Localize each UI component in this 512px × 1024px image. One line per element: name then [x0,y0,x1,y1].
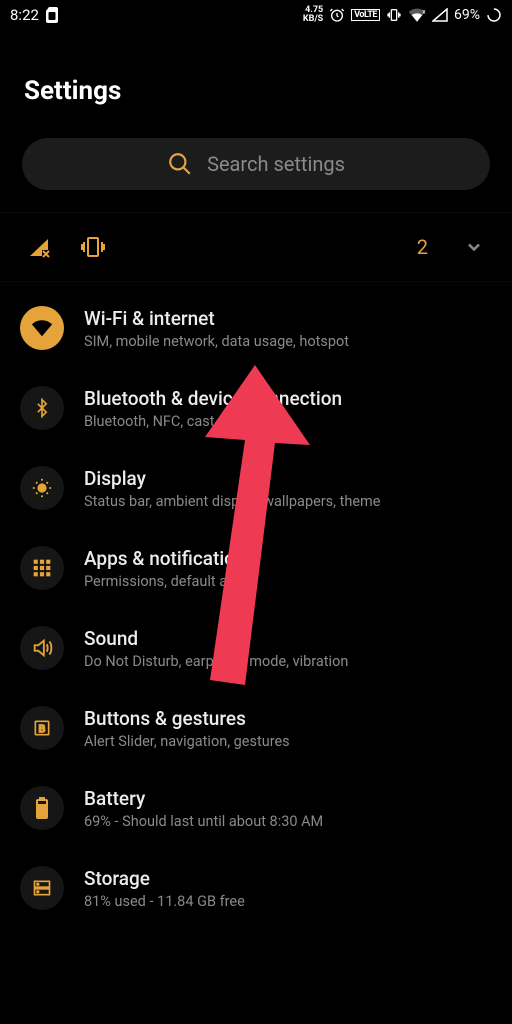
item-subtitle: SIM, mobile network, data usage, hotspot [84,333,349,350]
brightness-icon [20,466,64,510]
chevron-down-icon[interactable] [464,237,484,257]
wifi-icon: x [408,8,426,22]
battery-percent: 69% [454,7,480,23]
data-speed: 4.75 KB/S [303,6,323,24]
item-title: Buttons & gestures [84,707,290,730]
item-title: Bluetooth & device connection [84,387,342,410]
search-icon [167,151,193,177]
item-subtitle: Bluetooth, NFC, cast [84,413,342,430]
item-sound[interactable]: Sound Do Not Disturb, earphone mode, vib… [0,608,512,688]
item-subtitle: Do Not Disturb, earphone mode, vibration [84,653,348,670]
item-subtitle: Permissions, default apps [84,573,255,590]
search-input[interactable]: Search settings [22,138,490,190]
sim-card-icon [45,7,59,23]
data-off-icon[interactable] [28,236,52,258]
item-title: Storage [84,867,245,890]
status-bar: 8:22 4.75 KB/S VoLTE x 69% [0,0,512,28]
item-subtitle: Status bar, ambient display, wallpapers,… [84,493,380,510]
bluetooth-icon [20,386,64,430]
item-wifi-internet[interactable]: Wi-Fi & internet SIM, mobile network, da… [0,288,512,368]
signal-icon [432,8,448,22]
apps-grid-icon [20,546,64,590]
item-buttons[interactable]: B Buttons & gestures Alert Slider, navig… [0,688,512,768]
svg-text:x: x [422,8,426,16]
item-title: Wi-Fi & internet [84,307,349,330]
buttons-icon: B [20,706,64,750]
quick-count: 2 [417,235,428,259]
item-storage[interactable]: Storage 81% used - 11.84 GB free [0,848,512,928]
item-subtitle: 81% used - 11.84 GB free [84,893,245,910]
battery-saver-icon [486,7,502,23]
wifi-icon [20,306,64,350]
item-title: Battery [84,787,323,810]
sound-icon [20,626,64,670]
vibrate-toggle-icon[interactable] [80,235,106,259]
item-subtitle: Alert Slider, navigation, gestures [84,733,290,750]
item-title: Display [84,467,380,490]
item-bluetooth[interactable]: Bluetooth & device connection Bluetooth,… [0,368,512,448]
search-placeholder: Search settings [207,152,345,176]
item-subtitle: 69% - Should last until about 8:30 AM [84,813,323,830]
item-title: Apps & notifications [84,547,255,570]
settings-list: Wi-Fi & internet SIM, mobile network, da… [0,282,512,928]
item-title: Sound [84,627,348,650]
storage-icon [20,866,64,910]
battery-icon [20,786,64,830]
page-title: Settings [0,28,512,138]
item-battery[interactable]: Battery 69% - Should last until about 8:… [0,768,512,848]
quick-settings-row[interactable]: 2 [0,212,512,282]
volte-badge: VoLTE [351,9,380,21]
alarm-icon [329,7,345,23]
vibrate-icon [386,7,402,23]
item-display[interactable]: Display Status bar, ambient display, wal… [0,448,512,528]
item-apps[interactable]: Apps & notifications Permissions, defaul… [0,528,512,608]
svg-text:B: B [39,724,46,735]
status-time: 8:22 [10,6,39,24]
